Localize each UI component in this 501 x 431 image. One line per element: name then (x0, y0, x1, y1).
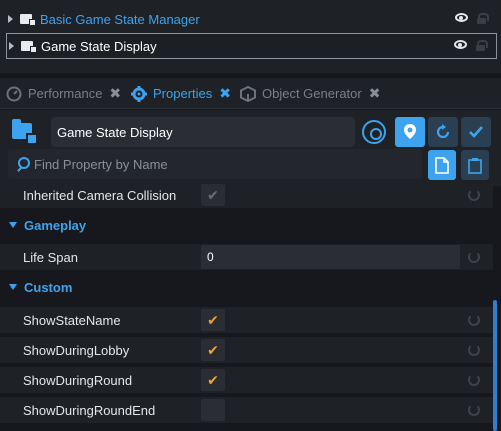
property-label: Life Span (23, 249, 78, 265)
property-row-show-during-round: ShowDuringRound ✔ (0, 367, 493, 393)
show-during-round-checkbox[interactable]: ✔ (201, 369, 225, 391)
hierarchy-panel: Basic Game State Manager Game State Disp… (0, 0, 501, 73)
reset-button[interactable] (428, 117, 458, 147)
close-icon[interactable]: ✖ (219, 85, 231, 102)
paste-properties-button[interactable] (461, 150, 489, 180)
property-row-show-state-name: ShowStateName ✔ (0, 307, 493, 333)
expand-arrow-icon[interactable] (9, 42, 14, 50)
inherited-camera-collision-checkbox[interactable]: ✔ (201, 184, 225, 206)
cube-icon (240, 85, 256, 102)
tab-label: Performance (28, 86, 103, 101)
folder-cube-icon (21, 39, 37, 53)
reset-icon[interactable] (468, 314, 480, 326)
property-row-show-during-round-end: ShowDuringRoundEnd (0, 397, 493, 423)
tab-performance[interactable]: Performance ✖ (6, 78, 121, 109)
property-label: ShowDuringRoundEnd (23, 402, 156, 418)
reset-icon[interactable] (468, 344, 480, 356)
reset-arrow-icon (436, 124, 450, 139)
visibility-eye-icon[interactable] (454, 40, 467, 49)
location-pin-button[interactable] (395, 117, 425, 147)
reset-icon[interactable] (468, 374, 480, 386)
copy-properties-button[interactable] (428, 150, 456, 180)
property-search[interactable] (8, 149, 422, 179)
close-icon[interactable]: ✖ (369, 85, 381, 102)
category-title: Gameplay (24, 217, 87, 233)
hierarchy-item-label: Game State Display (41, 38, 157, 54)
collapse-arrow-icon (9, 284, 17, 290)
category-custom[interactable]: Custom (0, 275, 493, 299)
show-during-round-end-checkbox[interactable] (201, 399, 225, 421)
life-span-input[interactable] (201, 245, 460, 269)
gear-icon (131, 85, 147, 102)
folder-cube-icon (12, 119, 40, 145)
gauge-icon (6, 86, 22, 101)
panel-tab-bar: Performance ✖ Properties ✖ Object Genera… (0, 78, 501, 109)
reset-icon[interactable] (468, 189, 480, 201)
property-row-inherited-camera-collision: Inherited Camera Collision ✔ (0, 182, 493, 208)
hierarchy-item-basic-game-state-manager[interactable]: Basic Game State Manager (0, 7, 501, 31)
location-pin-icon (404, 124, 416, 139)
object-name-input[interactable] (51, 117, 355, 147)
category-gameplay[interactable]: Gameplay (0, 213, 493, 237)
scrollbar-thumb[interactable] (493, 300, 497, 431)
property-row-show-during-lobby: ShowDuringLobby ✔ (0, 337, 493, 363)
property-row-life-span: Life Span (0, 244, 493, 270)
lock-icon[interactable] (476, 40, 488, 51)
hierarchy-item-game-state-display[interactable]: Game State Display (6, 33, 497, 59)
search-input[interactable] (34, 156, 414, 172)
hierarchy-item-label: Basic Game State Manager (40, 11, 200, 27)
networking-icon[interactable] (362, 120, 386, 144)
tab-label: Object Generator (262, 86, 362, 101)
lock-icon[interactable] (477, 13, 489, 24)
category-title: Custom (24, 279, 73, 295)
reset-icon[interactable] (468, 404, 480, 416)
tab-label: Properties (153, 86, 213, 101)
tab-object-generator[interactable]: Object Generator ✖ (240, 78, 380, 109)
reset-icon[interactable] (468, 251, 480, 263)
property-label: ShowDuringLobby (23, 342, 130, 358)
property-label: Inherited Camera Collision (23, 187, 177, 203)
property-list: Inherited Camera Collision ✔ Gameplay Li… (0, 182, 493, 431)
show-state-name-checkbox[interactable]: ✔ (201, 309, 225, 331)
property-label: ShowStateName (23, 312, 121, 328)
clipboard-icon (468, 157, 482, 174)
close-icon[interactable]: ✖ (109, 85, 121, 102)
tab-properties[interactable]: Properties ✖ (131, 78, 231, 109)
visibility-eye-icon[interactable] (455, 13, 468, 22)
folder-cube-icon (20, 12, 36, 26)
search-icon (16, 157, 30, 171)
collapse-arrow-icon (9, 222, 17, 228)
property-label: ShowDuringRound (23, 372, 133, 388)
document-icon (435, 156, 449, 174)
expand-arrow-icon[interactable] (8, 15, 13, 23)
show-during-lobby-checkbox[interactable]: ✔ (201, 339, 225, 361)
confirm-button[interactable] (461, 117, 491, 147)
checkmark-icon (469, 126, 483, 138)
